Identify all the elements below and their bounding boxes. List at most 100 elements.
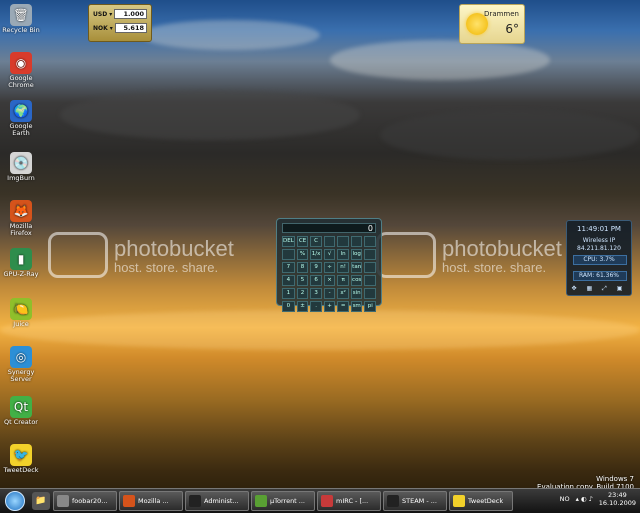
calculator-key[interactable]: √	[323, 249, 336, 260]
calculator-key[interactable]	[364, 236, 376, 247]
calculator-key[interactable]: =	[337, 301, 349, 312]
calculator-key[interactable]: pi	[364, 301, 376, 312]
currency-value[interactable]: 5.618	[114, 23, 147, 33]
calculator-key[interactable]: 4	[282, 275, 295, 286]
calculator-key[interactable]: ln	[337, 249, 349, 260]
desktop-icon[interactable]: ▮ GPU-Z-Ray	[2, 248, 40, 278]
weather-city: Drammen	[484, 10, 519, 18]
calculator-key[interactable]	[337, 236, 349, 247]
calculator-key[interactable]: 3	[310, 288, 322, 299]
meter-time: 11:49:01 PM	[577, 225, 621, 233]
calculator-key[interactable]: 5	[296, 275, 309, 286]
dropdown-icon[interactable]: ▾	[109, 11, 112, 18]
cloud	[0, 310, 640, 350]
taskbar-button[interactable]: Mozilla ...	[119, 491, 183, 511]
calculator-key[interactable]: 1	[282, 288, 295, 299]
synergy-icon: ◎	[10, 346, 32, 368]
calculator-key[interactable]: sin	[350, 288, 363, 299]
language-indicator[interactable]: NO	[560, 495, 570, 503]
calculator-key[interactable]: 7	[282, 262, 295, 273]
camera-icon	[48, 232, 108, 278]
calculator-key[interactable]: .	[310, 301, 322, 312]
calculator-key[interactable]: 8	[296, 262, 309, 273]
tray-icons[interactable]: ▴ ◐ ♪	[576, 495, 593, 503]
calculator-key[interactable]: 1/x	[310, 249, 322, 260]
desktop-icon[interactable]: 🍋 Juice	[2, 298, 40, 328]
calculator-keys: DEL CE C % 1/x √ ln log 7 8 9 ÷ n! tan 4 5 6 × π cos 1 2 3- x²…	[282, 236, 376, 312]
calculator-key[interactable]	[282, 249, 295, 260]
system-meter-gadget[interactable]: 11:49:01 PM Wireless IP 84.211.81.120 CP…	[566, 220, 632, 296]
taskbar-button[interactable]: µTorrent ...	[251, 491, 315, 511]
calculator-key[interactable]: %	[296, 249, 309, 260]
weather-temp: 6°	[505, 22, 519, 36]
watermark: photobucket host. store. share.	[48, 232, 234, 278]
calculator-key[interactable]: log	[350, 249, 363, 260]
desktop-icon[interactable]: ◎ Synergy Server	[2, 346, 40, 383]
watermark-title: photobucket	[114, 235, 234, 261]
desktop-icon[interactable]: 🌍 Google Earth	[2, 100, 40, 137]
calculator-key[interactable]: -	[323, 288, 336, 299]
desktop-icon[interactable]: ◉ Google Chrome	[2, 52, 40, 89]
calculator-key[interactable]: x²	[337, 288, 349, 299]
tray-clock[interactable]: 23:49 16.10.2009	[599, 491, 636, 507]
ip-address: 84.211.81.120	[577, 245, 621, 252]
calculator-key[interactable]	[364, 249, 376, 260]
app-icon	[57, 495, 69, 507]
dropdown-icon[interactable]: ▾	[110, 25, 113, 32]
calculator-key[interactable]: 9	[310, 262, 322, 273]
calculator-key[interactable]	[364, 275, 376, 286]
weather-gadget[interactable]: Drammen 6°	[459, 4, 525, 44]
currency-value[interactable]: 1.000	[114, 9, 147, 19]
calculator-display: 0	[282, 223, 376, 233]
earth-icon: 🌍	[10, 100, 32, 122]
app-icon	[453, 495, 465, 507]
calculator-key[interactable]: ÷	[323, 262, 336, 273]
taskbar-button[interactable]: TweetDeck	[449, 491, 513, 511]
desktop-icon[interactable]: 💿 ImgBurn	[2, 152, 40, 182]
currency-gadget[interactable]: USD ▾ 1.000 NOK ▾ 5.618	[88, 4, 152, 42]
calculator-key[interactable]: ×	[323, 275, 336, 286]
wireless-label: Wireless IP	[582, 237, 616, 244]
calculator-key[interactable]	[364, 262, 376, 273]
windows-orb-icon	[5, 491, 25, 511]
calculator-key[interactable]: 2	[296, 288, 309, 299]
app-icon	[321, 495, 333, 507]
desktop-icon[interactable]: 🗑 Recycle Bin	[2, 4, 40, 34]
calculator-key[interactable]: π	[337, 275, 349, 286]
desktop-icon[interactable]: Qt Qt Creator	[2, 396, 40, 426]
taskbar-button-label: foobar20...	[72, 497, 108, 505]
cloud	[380, 110, 640, 160]
calculator-key[interactable]: +	[323, 301, 336, 312]
desktop-icon-label: ImgBurn	[7, 174, 35, 182]
calculator-key[interactable]: tan	[350, 262, 363, 273]
desktop-icon[interactable]: 🦊 Mozilla Firefox	[2, 200, 40, 237]
desktop-icon-label: GPU-Z-Ray	[3, 270, 39, 278]
taskbar-button[interactable]: foobar20...	[53, 491, 117, 511]
system-tray: NO ▴ ◐ ♪ 23:49 16.10.2009	[560, 491, 636, 507]
desktop-icon-label: Juice	[13, 320, 29, 328]
calculator-key[interactable]: ±	[296, 301, 309, 312]
start-button[interactable]	[0, 489, 30, 513]
calculator-gadget[interactable]: 0 DEL CE C % 1/x √ ln log 7 8 9 ÷ n! tan 4 5 6 × π cos 1 2 3-…	[276, 218, 382, 312]
calculator-key[interactable]: 0	[282, 301, 295, 312]
taskbar-button-label: STEAM - ...	[402, 497, 437, 505]
taskbar-button[interactable]: mIRC - [...	[317, 491, 381, 511]
meter-controls[interactable]: ✥ ▦ ⤢ ▣	[567, 285, 631, 293]
explorer-icon[interactable]: 📁	[32, 492, 50, 510]
calculator-key[interactable]	[350, 236, 363, 247]
desktop-icon[interactable]: 🐦 TweetDeck	[2, 444, 40, 474]
calculator-key[interactable]: 6	[310, 275, 322, 286]
calculator-key[interactable]	[364, 288, 376, 299]
tweetdeck-icon: 🐦	[10, 444, 32, 466]
calculator-key[interactable]: n!	[337, 262, 349, 273]
taskbar-button[interactable]: STEAM - ...	[383, 491, 447, 511]
desktop-icon-label: TweetDeck	[3, 466, 39, 474]
calculator-key[interactable]: DEL	[282, 236, 295, 247]
calculator-key[interactable]: sm	[350, 301, 363, 312]
calculator-key[interactable]: CE	[296, 236, 309, 247]
calculator-key[interactable]	[323, 236, 336, 247]
calculator-key[interactable]: C	[310, 236, 322, 247]
chrome-icon: ◉	[10, 52, 32, 74]
taskbar-button[interactable]: Administ...	[185, 491, 249, 511]
calculator-key[interactable]: cos	[350, 275, 363, 286]
